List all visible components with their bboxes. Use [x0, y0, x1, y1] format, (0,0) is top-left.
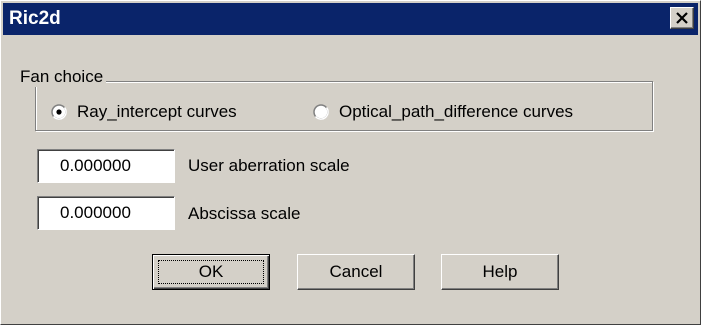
abscissa-scale-label: Abscissa scale	[188, 204, 301, 223]
fan-choice-legend: Fan choice	[17, 67, 107, 87]
abscissa-scale-input[interactable]: 0.000000	[37, 196, 175, 230]
help-button[interactable]: Help	[441, 254, 559, 290]
ok-button-label: OK	[198, 262, 224, 281]
radio-unselected-icon[interactable]	[313, 104, 329, 120]
radio-optical-path-difference-label: Optical_path_difference curves	[339, 102, 574, 121]
radio-ray-intercept[interactable]: Ray_intercept curves	[51, 102, 237, 122]
dialog-window: Ric2d Fan choice Ray_intercept curves Op…	[0, 0, 701, 325]
radio-optical-path-difference[interactable]: Optical_path_difference curves	[313, 102, 573, 122]
radio-selected-icon[interactable]	[51, 104, 67, 120]
ok-button[interactable]: OK	[152, 254, 270, 290]
window-title: Ric2d	[9, 8, 61, 29]
close-button[interactable]	[670, 7, 694, 29]
close-icon	[675, 12, 689, 24]
radio-ray-intercept-label: Ray_intercept curves	[77, 102, 237, 121]
user-aberration-scale-label: User aberration scale	[188, 156, 350, 175]
user-aberration-scale-input[interactable]: 0.000000	[37, 149, 175, 183]
cancel-button[interactable]: Cancel	[297, 254, 415, 290]
title-bar[interactable]: Ric2d	[3, 3, 698, 35]
